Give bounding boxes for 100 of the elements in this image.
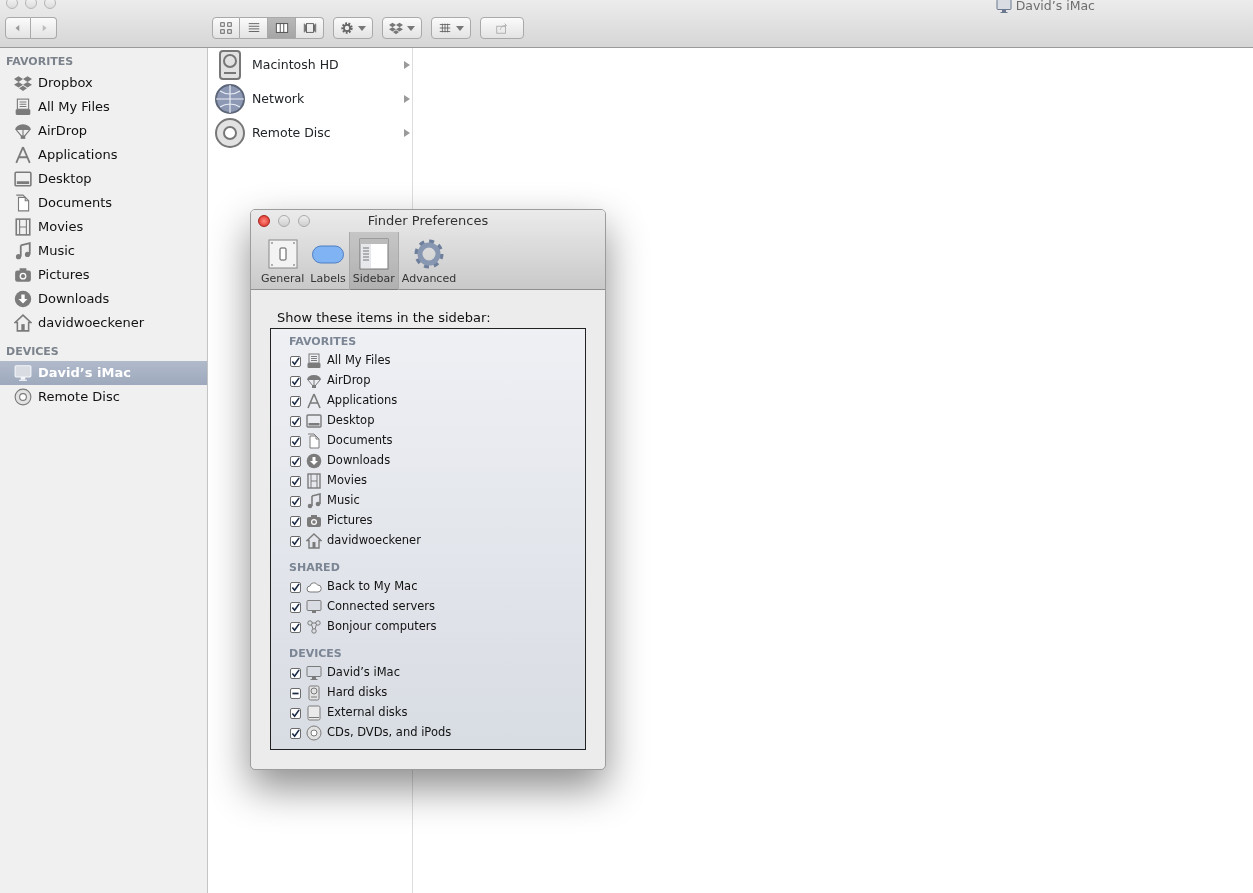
item-label: Music [327,492,360,510]
sidebar-heading: FAVORITES [5,54,75,70]
checkbox[interactable] [290,581,301,593]
preferences-tab[interactable]: Labels [307,232,349,290]
item-label: Back to My Mac [327,578,418,596]
checkbox[interactable] [290,495,301,507]
item-label: Hard disks [327,684,388,702]
checkbox[interactable] [290,395,301,407]
view-mode-button[interactable] [212,17,240,39]
computer-icon [995,0,1012,15]
boxes-icon [14,74,32,92]
sidebar-heading: DEVICES [5,344,60,360]
sidebar-item[interactable]: Movies [0,215,207,239]
parachute-icon [306,373,322,389]
house-icon [306,533,322,549]
disc-icon [306,725,322,741]
checkbox[interactable] [290,375,301,387]
checkbox[interactable] [290,667,301,679]
sidebar-item[interactable]: Pictures [0,263,207,287]
checkbox[interactable] [290,435,301,447]
checkbox[interactable] [290,415,301,427]
sidebar-item[interactable]: All My Files [0,95,207,119]
disclosure-arrow-icon [404,129,410,137]
preferences-tab[interactable]: General [258,232,308,290]
sidebar-item[interactable]: davidwoeckener [0,311,207,335]
grid-icon [219,21,233,35]
column-item[interactable]: Remote Disc [208,116,412,150]
arrange-menu-button[interactable] [431,17,471,39]
sidebar-item[interactable]: Remote Disc [0,385,207,409]
disclosure-arrow-icon [404,95,410,103]
preferences-tab[interactable]: Advanced [398,232,460,290]
disc-icon [214,117,246,149]
column-item[interactable]: Network [208,82,412,116]
item-label: David’s iMac [327,664,400,682]
preferences-tab[interactable]: Sidebar [348,232,399,290]
list-icon [246,21,261,35]
caret-icon [456,25,464,31]
screen-icon [306,413,322,429]
film-strip-icon [306,473,322,489]
view-mode-button[interactable] [296,17,324,39]
view-mode-button[interactable] [240,17,268,39]
caret-icon [407,25,415,31]
sidebar-item[interactable]: Applications [0,143,207,167]
sidebar-item[interactable]: Dropbox [0,71,207,95]
screen-icon [14,170,32,188]
item-label: davidwoeckener [327,532,421,550]
checkbox[interactable] [290,535,301,547]
documents-icon [14,194,32,212]
column-item[interactable]: Macintosh HD [208,48,412,82]
checkmark-icon [291,668,300,678]
dropbox-menu-button[interactable] [382,17,422,39]
sidebar-item[interactable]: AirDrop [0,119,207,143]
window-title: David’s iMac [1015,0,1095,15]
file-cabinet-icon [14,98,32,116]
parachute-icon [14,122,32,140]
checkbox[interactable] [290,601,301,613]
columns-icon [274,21,289,35]
sidebar-item[interactable]: Desktop [0,167,207,191]
house-icon [14,314,32,332]
share-arrow-icon [495,21,509,35]
switch-plate-icon [266,237,299,270]
item-label: Documents [327,432,393,450]
sidebar-item[interactable]: Documents [0,191,207,215]
sidebar-item[interactable]: Downloads [0,287,207,311]
file-cabinet-icon [306,353,322,369]
checkbox[interactable] [290,727,301,739]
item-label: All My Files [327,352,391,370]
checkbox[interactable] [290,515,301,527]
checkbox[interactable] [290,455,301,467]
checkbox[interactable] [290,621,301,633]
view-mode-button[interactable] [268,17,296,39]
computer-icon [306,665,322,681]
sidebar-item[interactable]: Music [0,239,207,263]
item-label: Pictures [327,512,373,530]
close-button[interactable] [258,215,270,227]
group-heading: FAVORITES [288,334,358,350]
music-note-icon [306,493,322,509]
item-label: CDs, DVDs, and iPods [327,724,452,742]
documents-icon [306,433,322,449]
disclosure-arrow-icon [404,61,410,69]
hard-drive-icon [306,685,322,701]
computer-icon [14,364,32,382]
cover-flow-icon [302,21,317,35]
prompt-text: Show these items in the sidebar: [277,310,492,326]
drive-icon [306,705,322,721]
checkbox[interactable] [290,707,301,719]
music-note-icon [14,242,32,260]
checkbox[interactable] [290,475,301,487]
group-heading: SHARED [288,560,341,576]
checkbox[interactable] [290,687,301,699]
linked-nodes-icon [306,619,322,635]
caret-icon [358,25,366,31]
monitor-icon [306,599,322,615]
item-label: Connected servers [327,598,435,616]
checkbox[interactable] [290,355,301,367]
item-label: Downloads [327,452,391,470]
gear-icon [340,21,354,35]
action-menu-button[interactable] [333,17,373,39]
group-heading: DEVICES [288,646,343,662]
dialog-title: Finder Preferences [367,212,489,230]
